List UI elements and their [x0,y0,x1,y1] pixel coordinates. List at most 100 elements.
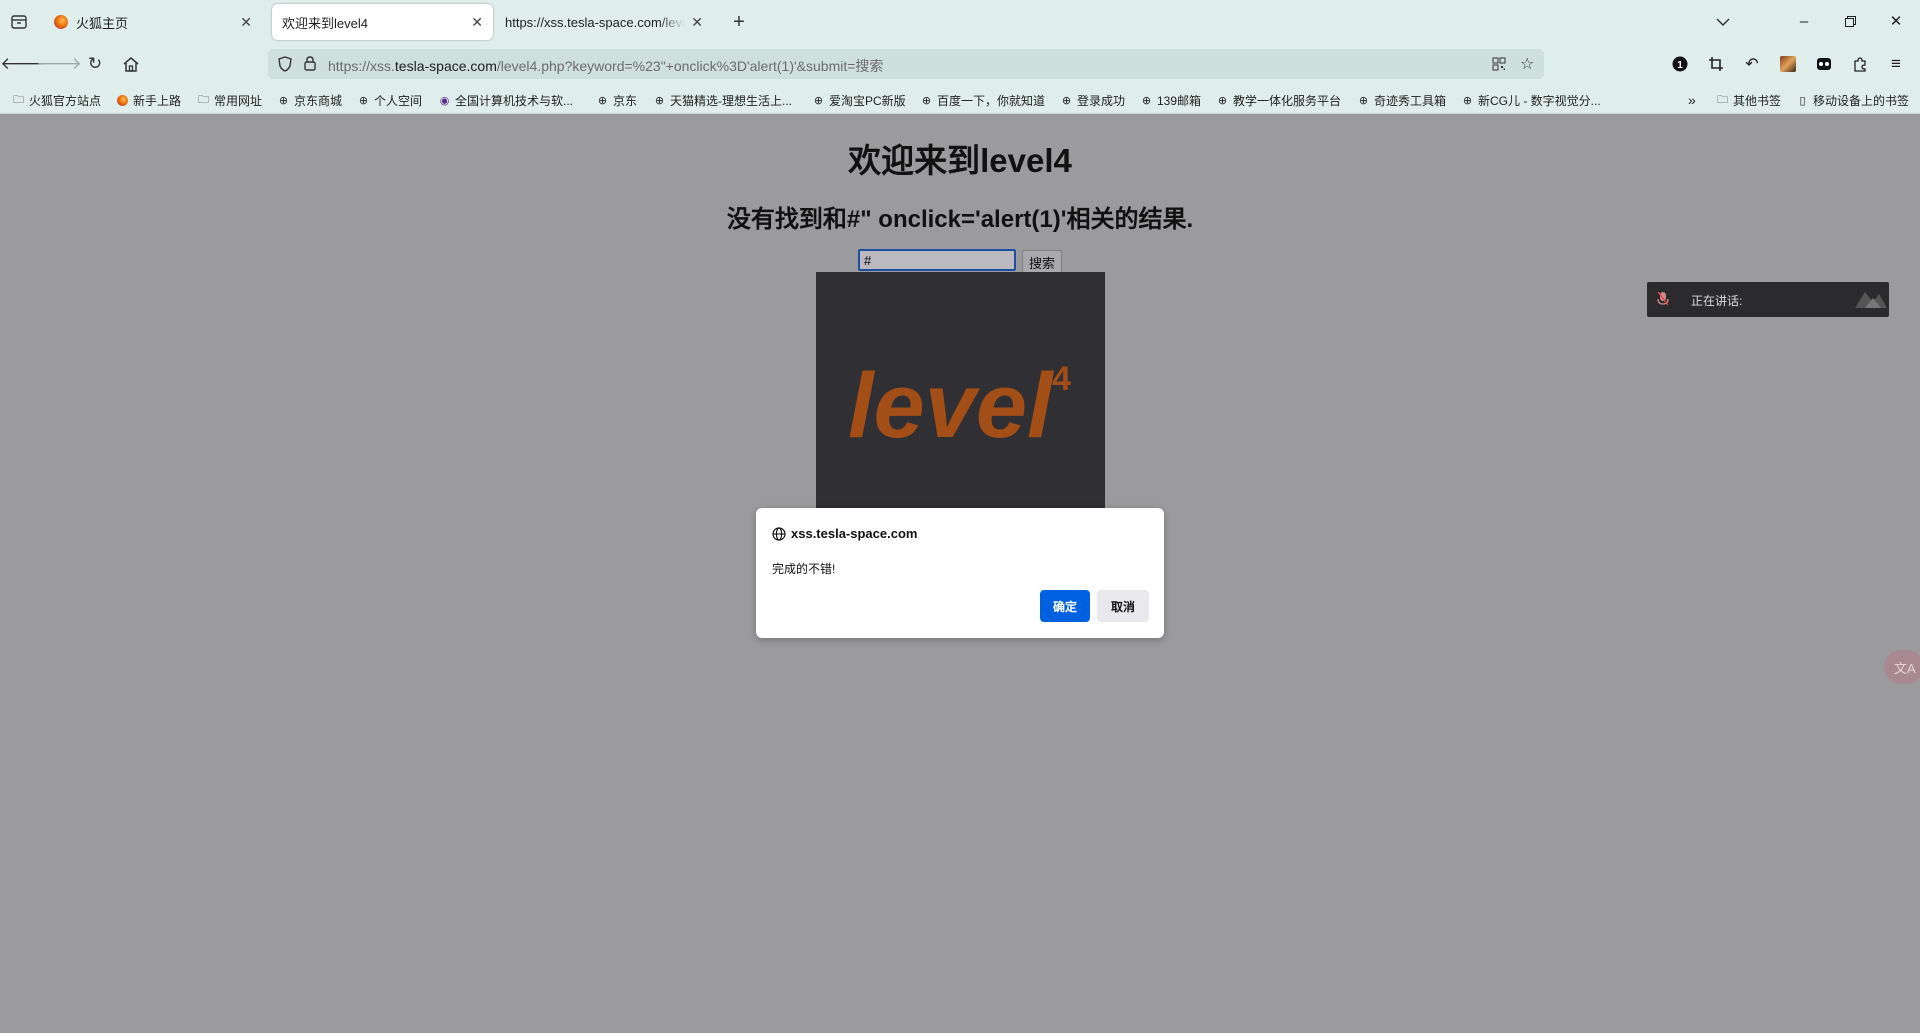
bookmark-item[interactable]: ⊕ 教学一体化服务平台 [1216,90,1341,110]
search-button[interactable]: 搜索 [1022,250,1062,274]
page-heading: 欢迎来到level4 [848,142,1072,179]
tab-title: 火狐主页 [76,15,129,31]
bookmark-item[interactable]: ◉ 全国计算机技术与软... [438,90,573,110]
menu-hamburger-icon[interactable]: ≡ [1885,53,1907,75]
ok-button[interactable]: 确定 [1040,590,1090,622]
cancel-button[interactable]: 取消 [1097,590,1149,622]
mobile-device-icon: ▯ [1799,94,1806,107]
speaking-label: 正在讲话: [1691,294,1743,308]
search-result-text: 没有找到和#" onclick='alert(1)'相关的结果. [726,206,1194,233]
password-manager-icon[interactable]: 1 [1669,53,1691,75]
globe-icon: ⊕ [597,94,608,107]
globe-icon: ⊕ [358,94,369,107]
navigation-toolbar: 🡐 🡒 ↻ https://xss.tesla-space.com/level4… [0,42,1920,86]
tab-title: 欢迎来到level4 [282,15,368,31]
bookmark-label: 天猫精选-理想生活上... [670,93,792,108]
logo-text: level [848,355,1055,457]
folder-icon: 🗀 [198,93,209,106]
bookmark-label: 登录成功 [1077,93,1126,108]
bookmark-item[interactable]: ⊕ 新CG儿 - 数字视觉分... [1461,90,1601,110]
extension-avatar-icon[interactable] [1777,53,1799,75]
bookmark-item[interactable]: 🗀 火狐官方站点 [12,90,101,110]
close-tab-icon[interactable]: ✕ [240,14,252,31]
screenshot-crop-icon[interactable] [1705,53,1727,75]
bookmark-item[interactable]: ⊕ 奇迹秀工具箱 [1357,90,1446,110]
globe-icon: ⊕ [921,94,932,107]
bookmark-label: 奇迹秀工具箱 [1374,93,1447,108]
url-domain: tesla-space.com [394,58,497,74]
extensions-puzzle-icon[interactable] [1849,53,1871,75]
other-bookmarks-folder[interactable]: 🗀 其他书签 [1716,90,1781,110]
close-window-icon[interactable]: ✕ [1874,0,1918,42]
tab-overview-icon[interactable] [8,11,30,33]
url-path: /level4.php?keyword=%23"+onclick%3D'aler… [496,58,884,74]
bookmark-label: 爱淘宝PC新版 [829,93,906,108]
bookmark-label: 火狐官方站点 [29,93,102,108]
speaker-avatar-icon [1853,288,1887,313]
globe-icon: ⊕ [1141,94,1152,107]
restore-icon[interactable] [1828,0,1872,42]
globe-icon [772,526,786,541]
list-all-tabs-icon[interactable] [1712,11,1734,33]
reload-icon[interactable]: ↻ [80,50,110,78]
undo-close-icon[interactable]: ↶ [1741,53,1763,75]
mobile-bookmarks-folder[interactable]: ▯ 移动设备上的书签 [1796,90,1909,110]
bookmark-item[interactable]: ⊕ 爱淘宝PC新版 [812,90,906,110]
search-input[interactable] [858,249,1016,271]
bookmark-item[interactable]: ⊕ 京东商城 [277,90,342,110]
globe-icon: ⊕ [1462,94,1473,107]
dialog-message: 完成的不错! [772,562,836,576]
tracking-protection-icon[interactable] [278,56,292,77]
bookmark-star-icon[interactable]: ☆ [1520,54,1534,74]
bookmark-label: 常用网址 [214,93,263,108]
globe-icon: ⊕ [1217,94,1228,107]
forward-icon[interactable]: 🡒 [36,50,82,78]
translate-badge-icon[interactable]: 文A [1884,650,1920,684]
minimize-icon[interactable]: – [1782,0,1826,42]
tab-level4-url[interactable]: https://xss.tesla-space.com/level4 ✕ [495,4,713,40]
bookmark-item[interactable]: 新手上路 [116,90,181,110]
bookmark-label: 其他书签 [1733,93,1782,108]
svg-text:1: 1 [1677,60,1683,71]
home-icon[interactable] [116,50,146,78]
folder-icon: 🗀 [1717,93,1728,106]
bookmark-item[interactable]: ⊕ 京东 [596,90,637,110]
firefox-icon [116,94,129,107]
bookmark-item[interactable]: ⊕ 登录成功 [1060,90,1125,110]
bookmark-label: 教学一体化服务平台 [1233,93,1342,108]
level-logo-image: level 4 [816,272,1105,522]
bookmarks-overflow-icon[interactable]: » [1688,90,1696,110]
bookmark-item[interactable]: ⊕ 139邮箱 [1140,90,1201,110]
bookmark-item[interactable]: ⊕ 百度一下，你就知道 [920,90,1045,110]
bookmark-label: 百度一下，你就知道 [937,93,1046,108]
logo-superscript: 4 [1052,360,1071,398]
muted-microphone-icon [1657,291,1669,310]
close-tab-icon[interactable]: ✕ [471,14,483,31]
bookmarks-toolbar: 🗀 火狐官方站点 新手上路 🗀 常用网址 ⊕ 京东商城 ⊕ 个人空间 ◉ 全国计算机技术与… [0,86,1920,114]
bookmark-item[interactable]: ⊕ 天猫精选-理想生活上... [653,90,792,110]
globe-icon: ⊕ [278,94,289,107]
url-text[interactable]: https://xss.tesla-space.com/level4.php?k… [328,56,883,76]
alert-dialog: xss.tesla-space.com 完成的不错! 确定 取消 [756,508,1164,638]
bookmark-label: 个人空间 [374,93,423,108]
bookmark-item[interactable]: ⊕ 个人空间 [357,90,422,110]
bookmark-label: 京东 [613,93,638,108]
tab-title: https://xss.tesla-space.com/level4 [505,14,686,30]
address-bar[interactable]: https://xss.tesla-space.com/level4.php?k… [268,49,1544,79]
close-tab-icon[interactable]: ✕ [691,14,703,31]
lock-icon[interactable] [304,56,316,76]
qr-code-icon[interactable] [1492,57,1506,76]
globe-icon: ⊕ [1358,94,1369,107]
bookmark-label: 全国计算机技术与软... [455,93,574,108]
bookmark-label: 京东商城 [294,93,343,108]
dialog-origin-text: xss.tesla-space.com [791,526,918,541]
globe-icon: ⊕ [813,94,824,107]
firefox-icon [54,15,68,29]
bookmark-item[interactable]: 🗀 常用网址 [197,90,262,110]
tab-firefox-home[interactable]: 火狐主页 ✕ [44,4,262,40]
tab-level4[interactable]: 欢迎来到level4 ✕ [272,4,493,40]
new-tab-icon[interactable]: + [728,11,750,33]
extension-mask-icon[interactable] [1813,53,1835,75]
globe-icon: ⊕ [1061,94,1072,107]
back-icon[interactable]: 🡐 [0,50,46,78]
